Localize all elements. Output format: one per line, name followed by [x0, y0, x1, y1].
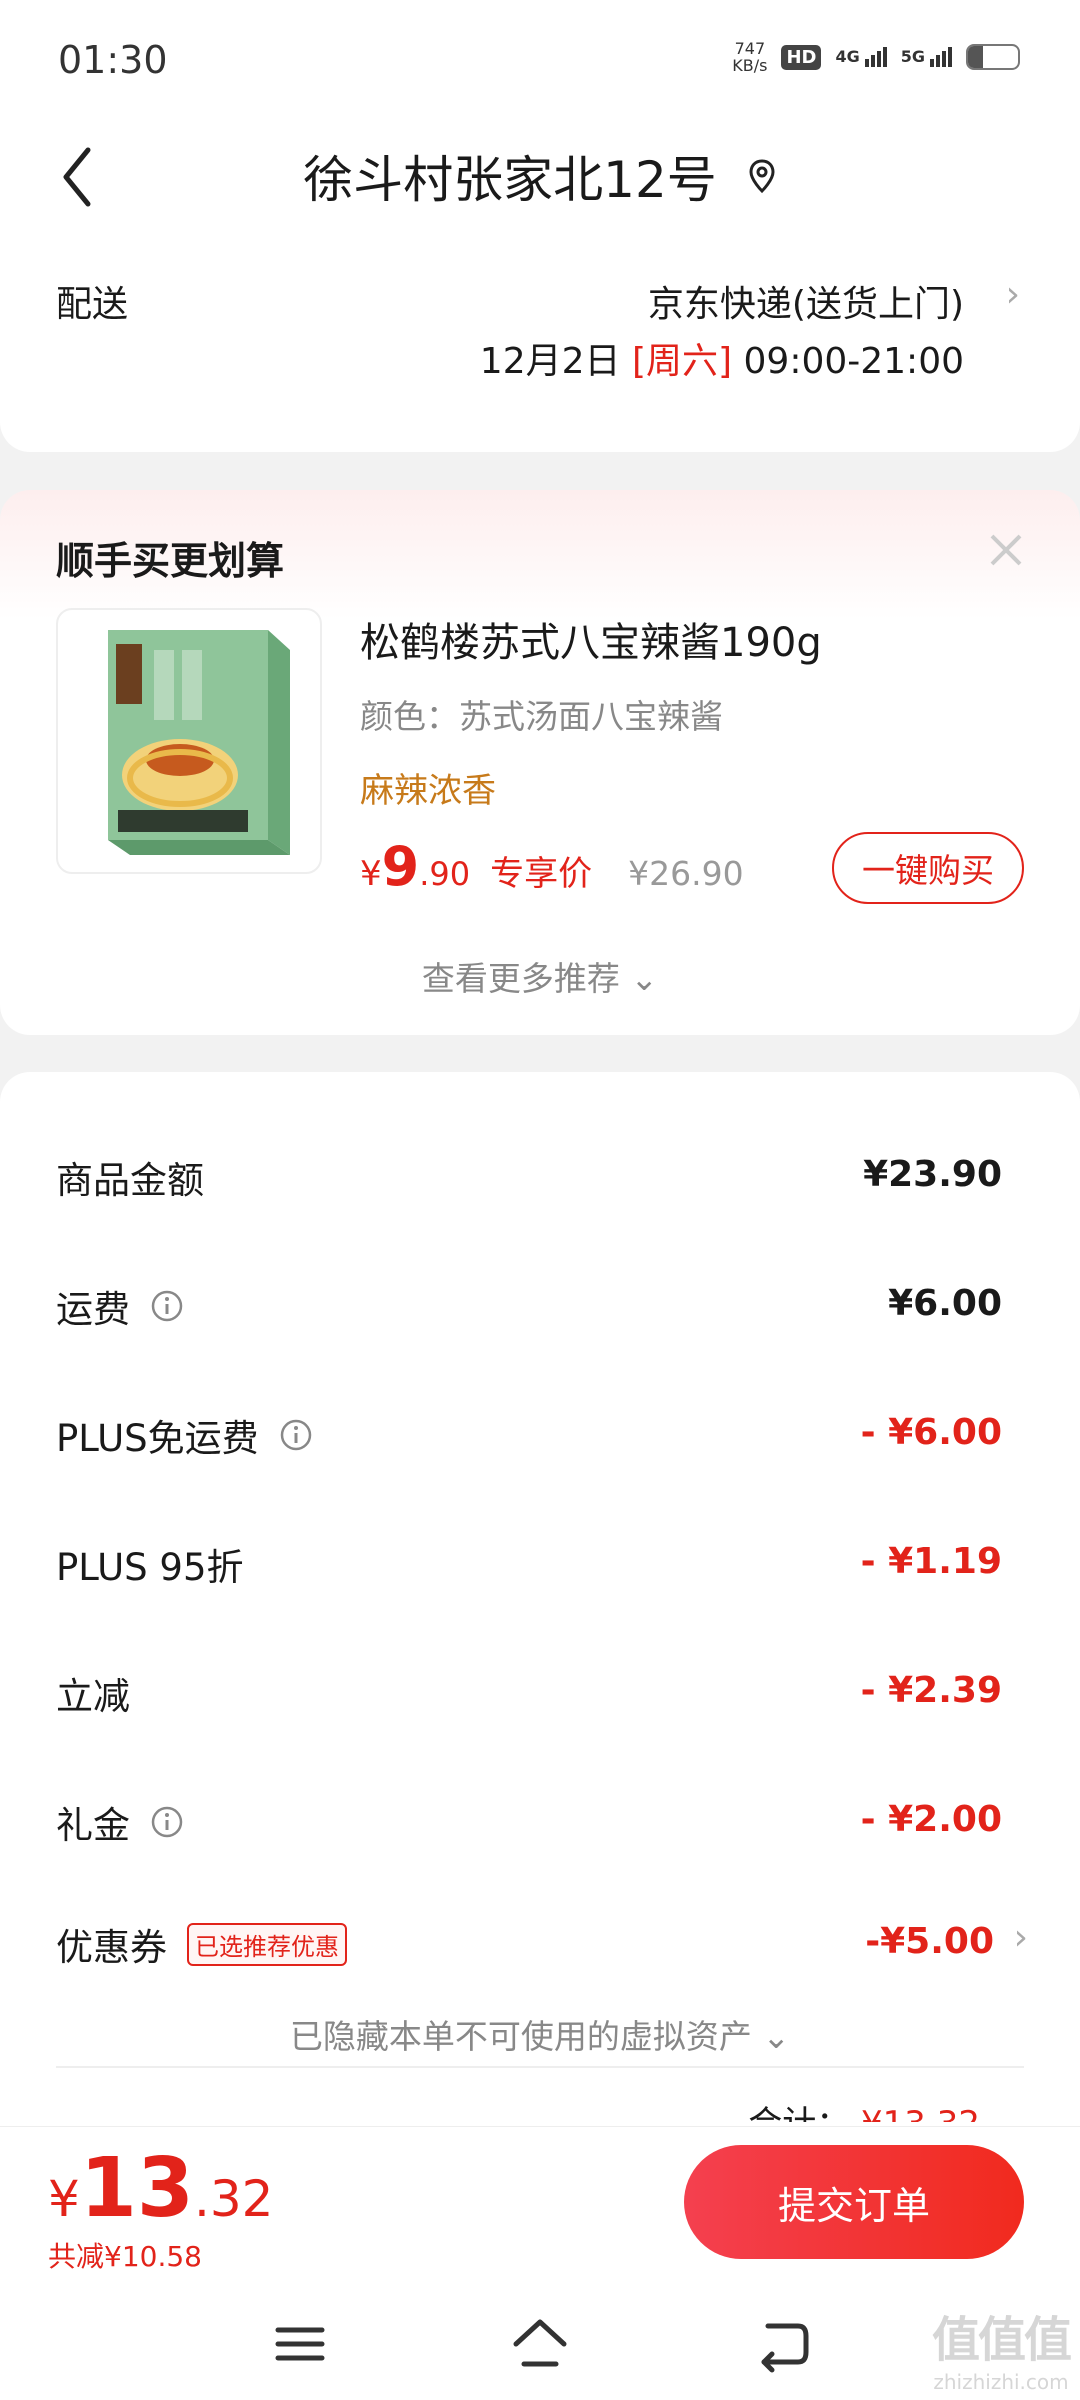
cost-label: 礼金	[56, 1804, 130, 1847]
price-integer: 9	[381, 835, 420, 898]
home-icon[interactable]	[510, 2314, 570, 2374]
net-speed-unit: KB/s	[732, 56, 768, 75]
chevron-right-icon[interactable]: ›	[1006, 274, 1020, 315]
cost-row-coupon[interactable]: 优惠券 已选推荐优惠 -¥5.00 ›	[56, 1917, 1028, 1977]
info-icon[interactable]	[279, 1418, 313, 1452]
divider	[56, 2066, 1024, 2068]
total-peek-label: 合计：	[748, 2104, 850, 2122]
product-tag: 麻辣浓香	[360, 771, 496, 811]
sim2-label: 5G	[900, 47, 925, 66]
delivery-window: 09:00-21:00	[743, 341, 964, 382]
status-icons: 747 KB/s HD 4G 5G	[732, 40, 1020, 74]
cost-value: - ¥2.39	[860, 1670, 1002, 1711]
cost-label: PLUS免运费	[56, 1417, 259, 1460]
menu-icon[interactable]	[270, 2314, 330, 2374]
coupon-badge: 已选推荐优惠	[187, 1922, 347, 1966]
total-price-symbol: ¥	[48, 2170, 80, 2228]
more-recommendations-label: 查看更多推荐	[421, 959, 620, 998]
signal-4g-icon: 4G	[835, 47, 887, 67]
system-nav-bar	[0, 2288, 1080, 2400]
cost-value: ¥23.90	[863, 1154, 1002, 1195]
product-box-icon	[108, 630, 290, 855]
page-title: 徐斗村张家北12号	[0, 140, 1080, 212]
checkout-bar: ¥ 13 .32 共减¥10.58 提交订单	[0, 2126, 1080, 2288]
one-click-buy-button[interactable]: 一键购买	[832, 832, 1024, 904]
total-price-decimal: .32	[193, 2170, 274, 2228]
chevron-down-icon: ⌄	[630, 959, 659, 998]
hd-voice-icon: HD	[781, 44, 822, 70]
chevron-down-icon: ⌄	[762, 2017, 791, 2056]
product-price: ¥ 9 .90 专享价 ¥26.90	[360, 835, 744, 898]
delivery-weekday: [周六]	[631, 341, 733, 382]
status-bar: 01:30 747 KB/s HD 4G 5G	[0, 0, 1080, 120]
recommend-card: 顺手买更划算 松鹤楼苏式八宝辣酱190g 颜色：苏式汤面八宝辣酱 麻辣浓香 ¥ …	[0, 490, 1080, 1035]
close-icon[interactable]	[986, 530, 1026, 570]
net-speed-value: 747	[734, 39, 766, 58]
watermark-mark: 值值值	[931, 2312, 1072, 2368]
cost-value: - ¥2.00	[860, 1799, 1002, 1840]
cost-row-plus-free-shipping: PLUS免运费 - ¥6.00	[56, 1408, 1024, 1468]
delivery-date: 12月2日	[479, 341, 621, 382]
location-pin-icon[interactable]	[747, 158, 777, 194]
cost-label: 商品金额	[56, 1159, 204, 1202]
total-price: ¥ 13 .32	[48, 2141, 273, 2236]
recommend-title: 顺手买更划算	[56, 539, 285, 583]
delivery-label: 配送	[56, 284, 129, 325]
cost-value: - ¥1.19	[860, 1541, 1002, 1582]
watermark-logo: 值值值 zhizhizhi.com	[931, 2300, 1072, 2394]
delivery-card[interactable]: 配送 京东快递(送货上门) › 12月2日 [周六] 09:00-21:00	[0, 230, 1080, 452]
cost-value: ¥6.00	[888, 1283, 1002, 1324]
product-name[interactable]: 松鹤楼苏式八宝辣酱190g	[360, 610, 822, 668]
net-speed: 747 KB/s	[732, 40, 767, 74]
status-time: 01:30	[58, 38, 168, 82]
signal-5g-icon: 5G	[901, 47, 952, 67]
hidden-assets-label: 已隐藏本单不可使用的虚拟资产	[289, 2017, 752, 2056]
product-spec: 颜色：苏式汤面八宝辣酱	[360, 697, 723, 736]
cost-value: - ¥6.00	[860, 1412, 1002, 1453]
cost-row-goods: 商品金额 ¥23.90	[56, 1150, 1024, 1210]
total-peek: 合计： ¥13.32	[748, 2096, 980, 2122]
hidden-assets-toggle[interactable]: 已隐藏本单不可使用的虚拟资产 ⌄	[0, 2010, 1080, 2058]
cost-breakdown-card	[0, 1072, 1080, 2172]
watermark-site: zhizhizhi.com	[933, 2370, 1069, 2394]
cost-row-plus-discount: PLUS 95折 - ¥1.19	[56, 1537, 1024, 1597]
cost-row-instant-reduction: 立减 - ¥2.39	[56, 1666, 1024, 1726]
total-price-integer: 13	[79, 2141, 194, 2236]
price-decimal: .90	[419, 855, 471, 893]
total-peek-value: ¥13.32	[861, 2104, 980, 2122]
more-recommendations-link[interactable]: 查看更多推荐 ⌄	[0, 952, 1080, 1000]
battery-icon	[966, 44, 1020, 70]
price-symbol: ¥	[360, 854, 382, 894]
header: 徐斗村张家北12号	[0, 120, 1080, 230]
cost-label: 立减	[56, 1675, 130, 1718]
product-image[interactable]	[56, 608, 322, 874]
back-nav-icon[interactable]	[754, 2314, 814, 2374]
total-saved: 共减¥10.58	[48, 2240, 202, 2273]
price-note: 专享价	[490, 854, 593, 894]
original-price: ¥26.90	[628, 854, 744, 893]
cost-label: 优惠券	[56, 1926, 167, 1969]
cost-value: -¥5.00	[865, 1921, 994, 1962]
delivery-method: 京东快递(送货上门)	[647, 284, 964, 325]
cost-label: PLUS 95折	[56, 1546, 244, 1589]
submit-order-button[interactable]: 提交订单	[684, 2145, 1024, 2259]
chevron-right-icon[interactable]: ›	[1014, 1917, 1028, 1958]
address-title[interactable]: 徐斗村张家北12号	[303, 140, 717, 212]
cost-row-shipping: 运费 ¥6.00	[56, 1279, 1024, 1339]
info-icon[interactable]	[150, 1289, 184, 1323]
sim1-label: 4G	[835, 47, 860, 66]
info-icon[interactable]	[150, 1805, 184, 1839]
battery-fill	[968, 46, 983, 68]
cost-row-gift-cash: 礼金 - ¥2.00	[56, 1795, 1024, 1855]
delivery-time: 12月2日 [周六] 09:00-21:00	[480, 332, 964, 384]
cost-label: 运费	[56, 1288, 130, 1331]
